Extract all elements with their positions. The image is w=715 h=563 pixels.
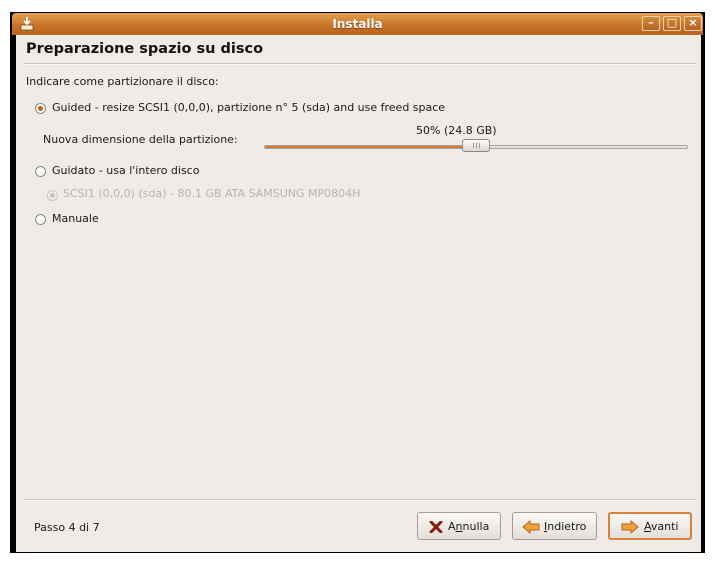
- slider-handle[interactable]: [462, 139, 490, 152]
- arrow-right-icon: [621, 520, 639, 534]
- cancel-label: Annulla: [448, 520, 490, 533]
- title-separator: [24, 63, 696, 65]
- instruction-text: Indicare come partizionare il disco:: [26, 75, 219, 88]
- x-cancel-icon: [429, 521, 443, 533]
- minimize-icon: –: [648, 16, 654, 29]
- back-button[interactable]: Indietro: [512, 512, 597, 540]
- footer-separator: [24, 499, 696, 501]
- back-label: Indietro: [544, 520, 587, 533]
- forward-button[interactable]: Avanti: [608, 512, 692, 540]
- radio-guided-resize[interactable]: [35, 103, 46, 114]
- maximize-icon: □: [666, 16, 678, 29]
- guided-entire-disk-label[interactable]: Guidato - usa l'intero disco: [52, 164, 199, 177]
- radio-guided-entire-disk[interactable]: [35, 166, 46, 177]
- title-bar[interactable]: Installa – □ ×: [12, 13, 703, 35]
- maximize-button[interactable]: □: [663, 16, 681, 31]
- minimize-button[interactable]: –: [642, 16, 660, 31]
- disk-sda-label: SCSI1 (0,0,0) (sda) - 80.1 GB ATA SAMSUN…: [63, 187, 361, 200]
- manual-label[interactable]: Manuale: [52, 212, 99, 225]
- close-icon: ×: [688, 16, 698, 29]
- arrow-left-icon: [522, 520, 540, 534]
- forward-label: Avanti: [644, 520, 679, 533]
- window-title: Installa: [332, 17, 383, 31]
- close-button[interactable]: ×: [684, 16, 702, 31]
- cancel-button[interactable]: Annulla: [417, 512, 501, 540]
- page-title: Preparazione spazio su disco: [26, 41, 264, 57]
- slider-value: 50% (24.8 GB): [416, 124, 497, 137]
- slider-fill: [265, 146, 477, 148]
- dialog-content: Preparazione spazio su disco Indicare co…: [16, 35, 701, 552]
- radio-disk-sda: [47, 190, 58, 201]
- guided-resize-label[interactable]: Guided - resize SCSI1 (0,0,0), partizion…: [52, 101, 445, 114]
- new-size-label: Nuova dimensione della partizione:: [43, 133, 238, 146]
- radio-manual[interactable]: [35, 214, 46, 225]
- step-indicator: Passo 4 di 7: [34, 521, 100, 534]
